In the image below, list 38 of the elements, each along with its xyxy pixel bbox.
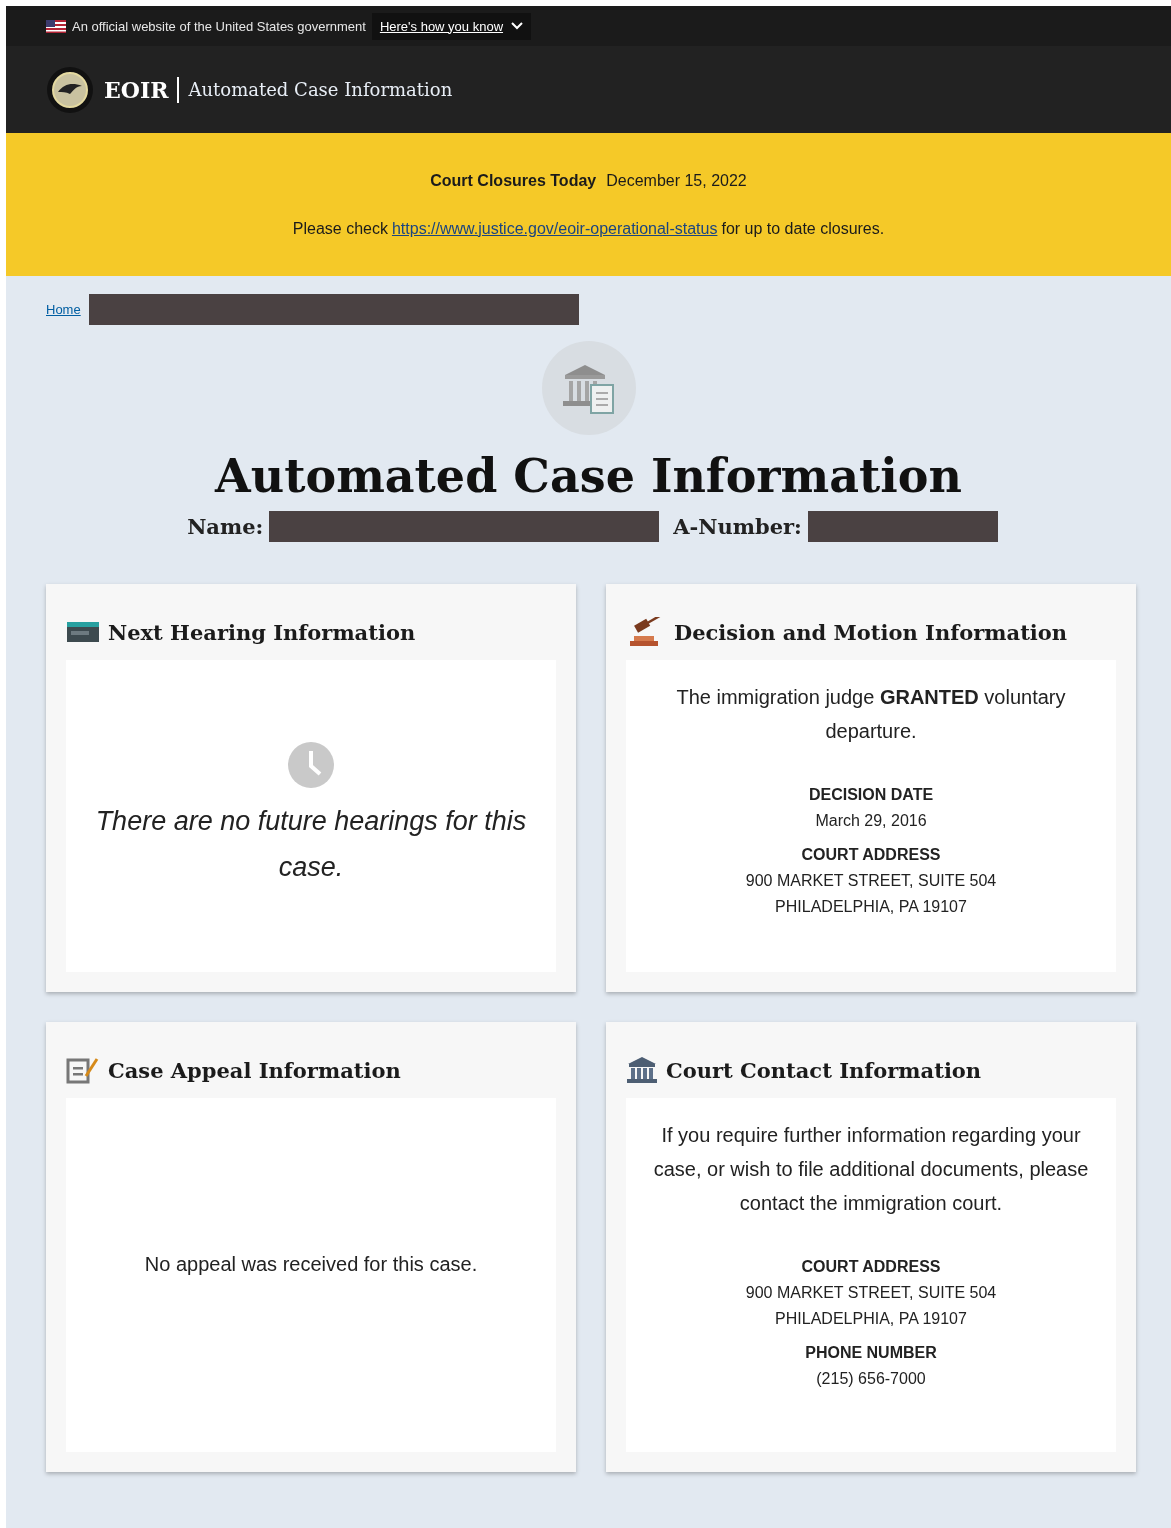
page-title: Automated Case Information bbox=[213, 449, 963, 503]
edit-document-icon bbox=[66, 1056, 100, 1084]
field-label: DECISION DATE bbox=[808, 786, 934, 804]
alert-date: December 15, 2022 bbox=[606, 171, 747, 190]
seal-icon bbox=[46, 65, 94, 114]
field-value: 900 MARKET STREET, SUITE 504 bbox=[745, 1284, 997, 1302]
no-appeal-message: No appeal was received for this case. bbox=[144, 1252, 478, 1277]
flag-icon bbox=[46, 19, 66, 33]
chevron-down-icon bbox=[511, 22, 524, 30]
home-link[interactable]: Home bbox=[46, 302, 81, 317]
field-label: COURT ADDRESS bbox=[801, 1258, 941, 1276]
field-value: PHILADELPHIA, PA 19107 bbox=[775, 898, 967, 916]
card-title: Court Contact Information bbox=[666, 1057, 982, 1083]
field-value: (215) 656-7000 bbox=[816, 1370, 926, 1388]
status-link[interactable]: https://www.justice.gov/eoir-operational-status bbox=[391, 219, 718, 238]
alert-title: Court Closures Today bbox=[430, 171, 597, 190]
card-title: Case Appeal Information bbox=[108, 1057, 401, 1083]
field-value: PHILADELPHIA, PA 19107 bbox=[775, 1310, 967, 1328]
field-value: 900 MARKET STREET, SUITE 504 bbox=[745, 872, 997, 890]
card-title: Next Hearing Information bbox=[108, 619, 416, 645]
calendar-icon bbox=[66, 621, 100, 643]
name-label: Name: bbox=[187, 514, 264, 539]
site-title: Automated Case Information bbox=[188, 79, 453, 100]
clock-icon bbox=[287, 741, 335, 790]
alert-text: for up to date closures. bbox=[721, 219, 885, 238]
no-hearings-message: There are no future hearings for this case. bbox=[94, 805, 528, 884]
field-label: PHONE NUMBER bbox=[805, 1344, 937, 1362]
banner-text: An official website of the United States government bbox=[72, 18, 366, 34]
contact-message: If you require further information regarding your case, or wish to file additional documents, please contact the immigration court. bbox=[652, 1123, 1090, 1216]
courthouse-icon bbox=[626, 1056, 658, 1084]
decision-message: The immigration judge GRANTED voluntary departure. bbox=[675, 685, 1067, 744]
how-you-know-button[interactable]: Here's how you know bbox=[371, 12, 532, 40]
alert-text: Please check bbox=[292, 219, 388, 238]
agency-name[interactable]: EOIR bbox=[104, 76, 179, 103]
card-title: Decision and Motion Information bbox=[674, 619, 1068, 645]
field-label: COURT ADDRESS bbox=[801, 846, 941, 864]
field-value: March 29, 2016 bbox=[815, 812, 927, 830]
a-number-label: A-Number: bbox=[673, 514, 802, 539]
